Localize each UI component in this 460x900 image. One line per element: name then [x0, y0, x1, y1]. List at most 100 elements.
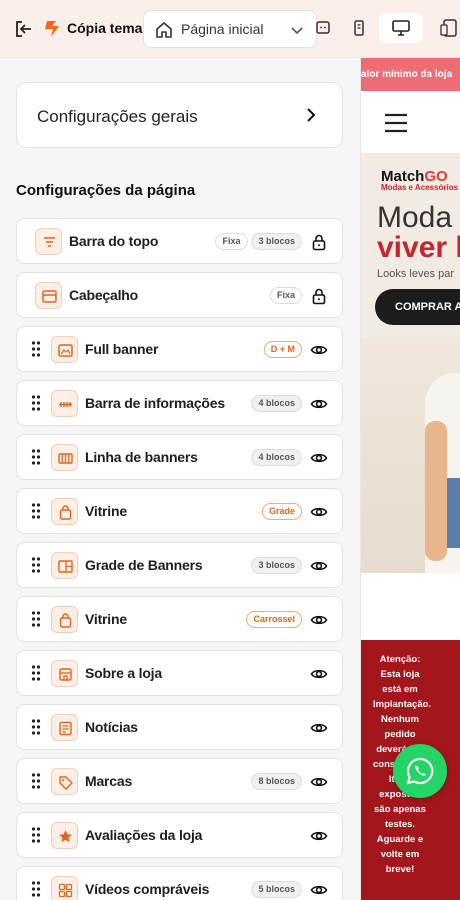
home-icon — [156, 22, 172, 38]
eye-icon[interactable] — [310, 719, 328, 737]
eye-icon[interactable] — [310, 503, 328, 521]
chat-icon[interactable] — [314, 19, 332, 37]
section-badge: 3 blocos — [251, 233, 302, 250]
section-badge: D + M — [263, 341, 302, 358]
image-icon — [58, 344, 73, 357]
drag-handle-icon[interactable] — [31, 827, 41, 843]
section-row[interactable]: Barra do topo 3 blocos Fixa — [16, 218, 343, 264]
eye-icon[interactable] — [310, 557, 328, 575]
topbar-icon — [44, 237, 55, 247]
hero-model-jeans — [447, 478, 460, 548]
video-grid-icon — [58, 883, 73, 898]
drag-handle-icon[interactable] — [31, 395, 41, 411]
section-icon-box — [51, 336, 78, 363]
section-label: Barra de informações — [85, 395, 225, 411]
hero-heading-line1: Moda p — [377, 201, 460, 234]
chevron-right-icon — [307, 108, 316, 122]
section-icon-box — [51, 822, 78, 849]
section-row[interactable]: Vídeos compráveis 5 blocos — [16, 866, 343, 900]
eye-icon[interactable] — [310, 665, 328, 683]
drag-handle-icon[interactable] — [31, 557, 41, 573]
section-badge: Grade — [261, 503, 302, 520]
lock-icon — [312, 288, 326, 305]
section-label: Vitrine — [85, 611, 127, 627]
section-label: Grade de Banners — [85, 557, 203, 573]
drag-handle-icon[interactable] — [31, 341, 41, 357]
section-badge: 4 blocos — [251, 449, 302, 466]
drag-handle-icon[interactable] — [31, 449, 41, 465]
desktop-icon — [392, 20, 410, 36]
header-icon — [42, 290, 57, 303]
section-row[interactable]: Sobre a loja — [16, 650, 343, 696]
info-bar-icon — [59, 402, 72, 407]
drag-handle-icon[interactable] — [31, 503, 41, 519]
section-label: Vídeos compráveis — [85, 881, 210, 897]
chevron-down-icon — [291, 27, 303, 35]
news-icon — [59, 721, 72, 736]
top-bar: Cópia tema Página inicial — [0, 0, 460, 58]
section-label: Notícias — [85, 719, 138, 735]
banner-line-icon — [58, 453, 73, 464]
drag-handle-icon[interactable] — [31, 881, 41, 897]
section-row[interactable]: Full banner D + M — [16, 326, 343, 372]
general-settings-label: Configurações gerais — [37, 107, 198, 126]
section-icon-box — [51, 606, 78, 633]
menu-icon[interactable] — [384, 113, 408, 133]
section-row[interactable]: Cabeçalho Fixa — [16, 272, 343, 318]
lock-icon — [312, 234, 326, 251]
eye-icon[interactable] — [310, 827, 328, 845]
tag-icon — [59, 776, 73, 790]
shopping-bag-icon — [59, 613, 72, 628]
mobile-device-icon[interactable] — [350, 19, 368, 37]
eye-icon[interactable] — [310, 611, 328, 629]
hero-heading-line2: viver l — [377, 231, 460, 264]
page-select-value: Página inicial — [181, 21, 264, 37]
drag-handle-icon[interactable] — [31, 665, 41, 681]
settings-panel: Configurações gerais Configurações da pá… — [0, 58, 360, 900]
section-row[interactable]: Notícias — [16, 704, 343, 750]
section-label: Cabeçalho — [69, 287, 138, 303]
section-badge: 5 blocos — [251, 881, 302, 898]
preview-logo-sub: Modas e Acessórios — [381, 183, 459, 192]
section-row[interactable]: Vitrine Grade — [16, 488, 343, 534]
section-badge: Fixa — [215, 233, 248, 250]
section-label: Vitrine — [85, 503, 127, 519]
whatsapp-icon — [406, 757, 434, 785]
eye-icon[interactable] — [310, 773, 328, 791]
page-settings-title: Configurações da página — [16, 182, 196, 199]
drag-handle-icon[interactable] — [31, 611, 41, 627]
eye-icon[interactable] — [310, 395, 328, 413]
section-icon-box — [35, 282, 62, 309]
section-row[interactable]: Vitrine Carrossel — [16, 596, 343, 642]
section-row[interactable]: Marcas 8 blocos — [16, 758, 343, 804]
eye-icon[interactable] — [310, 881, 328, 899]
section-label: Linha de banners — [85, 449, 198, 465]
section-badge: Carrossel — [246, 611, 302, 628]
drag-handle-icon[interactable] — [31, 773, 41, 789]
section-icon-box — [51, 444, 78, 471]
hero-buy-button[interactable]: COMPRAR A — [375, 289, 460, 325]
desktop-view-button[interactable] — [379, 13, 423, 43]
tablet-device-icon[interactable] — [440, 19, 458, 37]
section-row[interactable]: Avaliações da loja — [16, 812, 343, 858]
section-label: Sobre a loja — [85, 665, 162, 681]
page-select[interactable]: Página inicial — [143, 10, 317, 48]
shopping-bag-icon — [59, 505, 72, 520]
section-icon-box — [51, 660, 78, 687]
section-icon-box — [51, 390, 78, 417]
whatsapp-button[interactable] — [393, 744, 447, 798]
exit-icon[interactable] — [14, 20, 34, 38]
brand-logo-icon — [45, 21, 59, 37]
section-row[interactable]: Barra de informações 4 blocos — [16, 380, 343, 426]
section-icon-box — [51, 714, 78, 741]
drag-handle-icon[interactable] — [31, 719, 41, 735]
general-settings-card[interactable]: Configurações gerais — [16, 82, 343, 148]
eye-icon[interactable] — [310, 449, 328, 467]
section-icon-box — [51, 552, 78, 579]
section-label: Full banner — [85, 341, 159, 357]
section-row[interactable]: Grade de Banners 3 blocos — [16, 542, 343, 588]
section-row[interactable]: Linha de banners 4 blocos — [16, 434, 343, 480]
section-badge: 4 blocos — [251, 395, 302, 412]
eye-icon[interactable] — [310, 341, 328, 359]
section-badge: Fixa — [269, 287, 302, 304]
